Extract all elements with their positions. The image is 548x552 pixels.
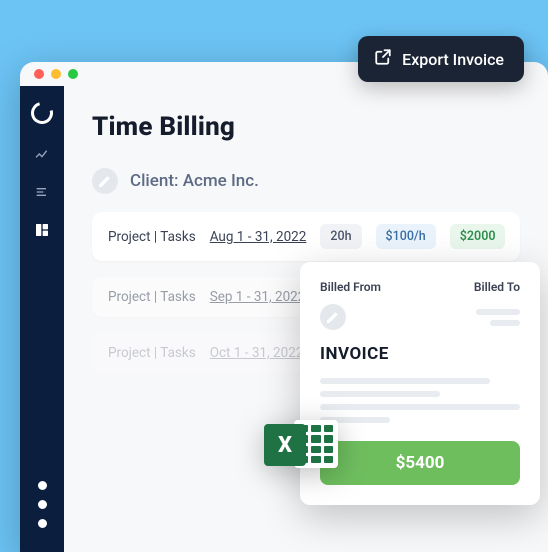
- export-button-label: Export Invoice: [402, 50, 504, 69]
- sidebar-bottom-dots: [38, 481, 47, 552]
- page-title: Time Billing: [92, 112, 520, 142]
- sidebar: [20, 86, 64, 552]
- export-invoice-button[interactable]: Export Invoice: [358, 36, 524, 82]
- project-tasks-label: Project | Tasks: [108, 229, 196, 245]
- sidebar-dot[interactable]: [38, 519, 47, 528]
- billing-period[interactable]: Sep 1 - 31, 2022: [210, 289, 306, 305]
- excel-letter: X: [264, 424, 306, 466]
- billing-row[interactable]: Project | Tasks Aug 1 - 31, 2022 20h $10…: [92, 212, 520, 261]
- analytics-icon[interactable]: [34, 146, 50, 162]
- row-total-pill: $2000: [450, 224, 506, 249]
- sidebar-dot[interactable]: [38, 500, 47, 509]
- billing-period[interactable]: Oct 1 - 31, 2022: [210, 345, 304, 361]
- invoice-sender-avatar: [320, 304, 346, 330]
- billed-from-label: Billed From: [320, 280, 381, 294]
- hours-pill: 20h: [320, 224, 361, 249]
- invoice-line-items-placeholder: [320, 378, 520, 423]
- rate-pill: $100/h: [376, 224, 436, 249]
- billing-period[interactable]: Aug 1 - 31, 2022: [210, 229, 307, 245]
- sidebar-dot[interactable]: [38, 481, 47, 490]
- project-tasks-label: Project | Tasks: [108, 345, 196, 361]
- dashboard-icon[interactable]: [34, 222, 50, 238]
- project-tasks-label: Project | Tasks: [108, 289, 196, 305]
- app-logo-icon[interactable]: [27, 98, 57, 128]
- window-zoom-dot[interactable]: [68, 69, 78, 79]
- list-icon[interactable]: [34, 184, 50, 200]
- client-row: Client: Acme Inc.: [92, 168, 520, 194]
- invoice-total-amount: $5400: [396, 453, 445, 473]
- edit-client-icon[interactable]: [92, 168, 118, 194]
- window-close-dot[interactable]: [34, 69, 44, 79]
- billed-to-placeholder: [476, 309, 520, 326]
- excel-export-icon[interactable]: X: [264, 414, 338, 474]
- invoice-heading: INVOICE: [320, 344, 520, 364]
- window-minimize-dot[interactable]: [51, 69, 61, 79]
- invoice-total-button[interactable]: $5400: [320, 441, 520, 485]
- client-name: Client: Acme Inc.: [130, 171, 259, 191]
- export-icon: [374, 48, 392, 70]
- billed-to-label: Billed To: [474, 280, 520, 294]
